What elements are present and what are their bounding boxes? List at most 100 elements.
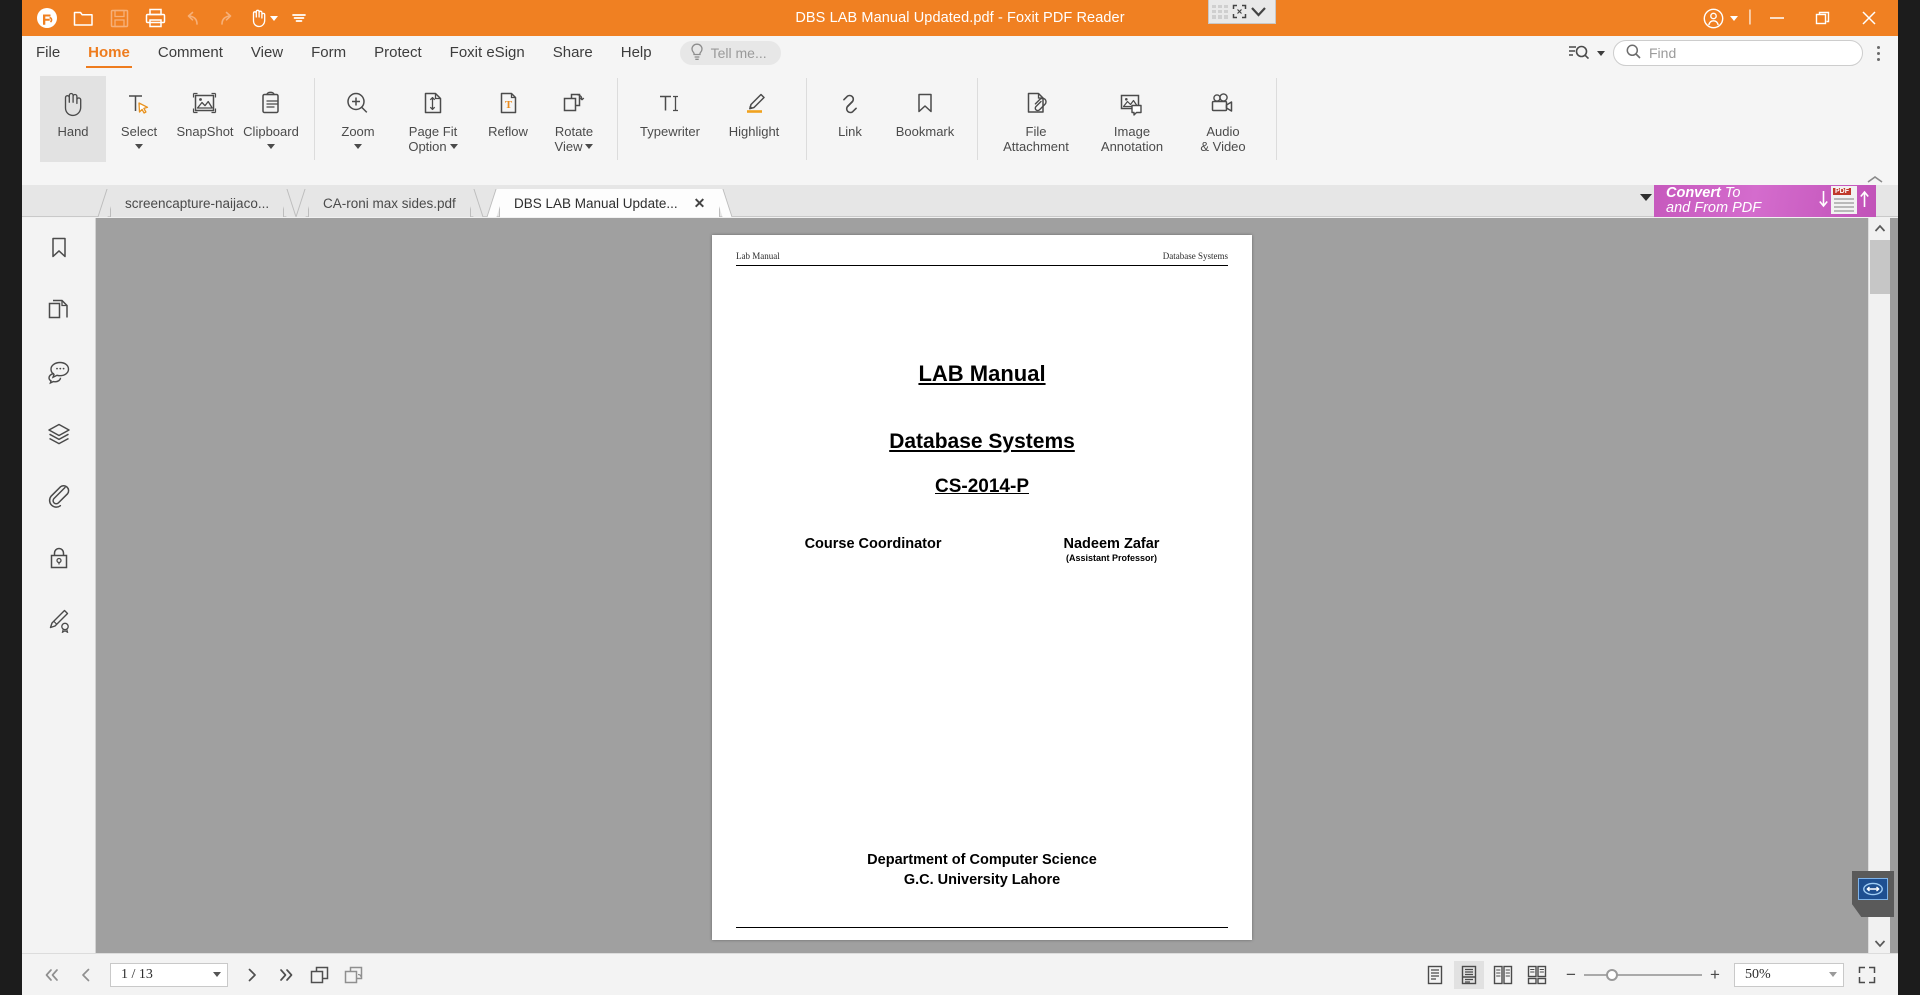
facing-continuous-view-button[interactable] [1522,961,1552,989]
find-input[interactable]: Find [1613,40,1863,66]
zoom-level-dropdown-icon[interactable] [1829,972,1837,977]
sidebar-item-comments[interactable] [22,342,96,404]
hand-tool-dropdown-icon[interactable] [269,15,278,21]
vertical-scrollbar[interactable] [1868,218,1890,953]
search-options-dropdown-icon[interactable] [1597,50,1605,56]
zoom-button[interactable]: Zoom [325,76,391,162]
page-fit-dropdown-icon[interactable] [449,144,458,149]
sidebar-item-signatures[interactable] [22,590,96,652]
zoom-out-button[interactable]: − [1564,965,1578,985]
zoom-in-button[interactable]: + [1708,965,1722,985]
resize-handle-icon[interactable] [1858,878,1888,900]
hand-tool-icon[interactable] [246,3,280,33]
first-page-button[interactable] [36,960,68,990]
page-fit-option-button[interactable]: Page Fit Option [391,76,475,162]
fullscreen-button[interactable] [1850,961,1884,989]
zoom-level-input[interactable]: 50% [1734,962,1844,987]
select-button[interactable]: Select [106,76,172,162]
menu-share[interactable]: Share [539,36,607,70]
single-page-view-button[interactable] [1420,961,1450,989]
doc-tab-1[interactable]: CA-roni max sides.pdf [295,189,484,217]
tab-overflow-icon[interactable] [1640,194,1652,201]
search-icon [1626,44,1641,62]
account-dropdown-icon[interactable] [1729,15,1738,21]
doc-tab-2-close-icon[interactable]: ✕ [694,195,706,212]
link-button[interactable]: Link [817,76,883,162]
scroll-up-icon[interactable] [1869,218,1891,238]
app-grid-icon[interactable] [1211,4,1229,20]
redo-icon[interactable] [210,3,244,33]
chevron-down-icon[interactable] [1250,5,1267,18]
convert-pdf-ad[interactable]: Convert To and From PDF [1654,185,1876,217]
doc-tab-2[interactable]: DBS LAB Manual Update... ✕ [486,189,733,217]
ribbon-group-view: Zoom Page Fit Option T Reflow Rotate Vie… [325,76,607,180]
sidebar-item-pages[interactable] [22,280,96,342]
hand-icon [59,84,87,124]
image-annotation-button[interactable]: Image Annotation [1084,76,1180,162]
pdf-subject: Database Systems [889,430,1075,453]
audio-video-button[interactable]: Audio & Video [1180,76,1266,162]
ribbon-toolbar: Hand Select SnapShot Clipboard Zoom Page… [22,70,1898,185]
facing-view-button[interactable] [1488,961,1518,989]
menu-form[interactable]: Form [297,36,360,70]
continuous-view-button[interactable] [1454,960,1484,989]
quick-access-more-icon[interactable] [282,3,316,33]
bookmark-button[interactable]: Bookmark [883,76,967,162]
zoom-slider-knob[interactable] [1606,968,1618,981]
more-options-icon[interactable] [1871,45,1892,61]
reflow-page-button[interactable] [338,960,370,990]
account-button[interactable] [1693,8,1748,29]
highlight-button-label: Highlight [728,124,780,139]
open-icon[interactable] [66,3,100,33]
page-number-dropdown-icon[interactable] [213,972,221,977]
last-page-button[interactable] [270,960,302,990]
restore-button[interactable] [1800,0,1846,36]
rotate-view-dropdown-icon[interactable] [585,144,594,149]
hand-button[interactable]: Hand [40,76,106,162]
minimize-button[interactable] [1754,0,1800,36]
menu-home[interactable]: Home [74,36,144,70]
file-attachment-button[interactable]: File Attachment [988,76,1084,162]
save-icon[interactable] [102,3,136,33]
rotate-page-button[interactable] [304,960,336,990]
zoom-dropdown-icon[interactable] [354,144,362,149]
menu-foxit-esign[interactable]: Foxit eSign [436,36,539,70]
select-dropdown-icon[interactable] [135,144,143,149]
sidebar-item-attachments[interactable] [22,466,96,528]
expand-icon[interactable] [1232,4,1247,19]
floating-overlay-widget[interactable] [1208,0,1276,24]
sidebar-item-layers[interactable] [22,404,96,466]
convert-ad-bold: Convert [1666,185,1721,201]
menu-protect[interactable]: Protect [360,36,436,70]
menu-file[interactable]: File [22,36,74,70]
sidebar-item-bookmarks[interactable] [22,218,96,280]
print-icon[interactable] [138,3,172,33]
menu-help[interactable]: Help [607,36,666,70]
scroll-down-icon[interactable] [1869,933,1891,953]
highlight-button[interactable]: Highlight [712,76,796,162]
search-options-button[interactable] [1568,43,1605,63]
pdf-doc-icon [1831,186,1857,214]
scrollbar-thumb[interactable] [1870,240,1890,294]
tell-me-search[interactable]: Tell me... [679,41,781,65]
page-number-input[interactable]: 1 / 13 [110,962,228,987]
foxit-logo-icon[interactable] [30,3,64,33]
close-button[interactable] [1846,0,1892,36]
menu-view[interactable]: View [237,36,297,70]
pdf-viewport[interactable]: Lab Manual Database Systems LAB Manual D… [96,218,1868,953]
snapshot-button[interactable]: SnapShot [172,76,238,162]
next-page-button[interactable] [236,960,268,990]
zoom-slider[interactable] [1584,968,1702,982]
prev-page-button[interactable] [70,960,102,990]
sidebar-item-security[interactable] [22,528,96,590]
clipboard-button[interactable]: Clipboard [238,76,304,162]
reflow-button[interactable]: T Reflow [475,76,541,162]
typewriter-button[interactable]: Typewriter [628,76,712,162]
menu-comment[interactable]: Comment [144,36,237,70]
undo-icon[interactable] [174,3,208,33]
rotate-view-button[interactable]: Rotate View [541,76,607,162]
page-fit-label2-row: Option [408,139,458,154]
clipboard-dropdown-icon[interactable] [267,144,275,149]
doc-tab-0[interactable]: screencapture-naijaco... [97,189,297,217]
resize-handle-badge[interactable] [1852,871,1894,917]
